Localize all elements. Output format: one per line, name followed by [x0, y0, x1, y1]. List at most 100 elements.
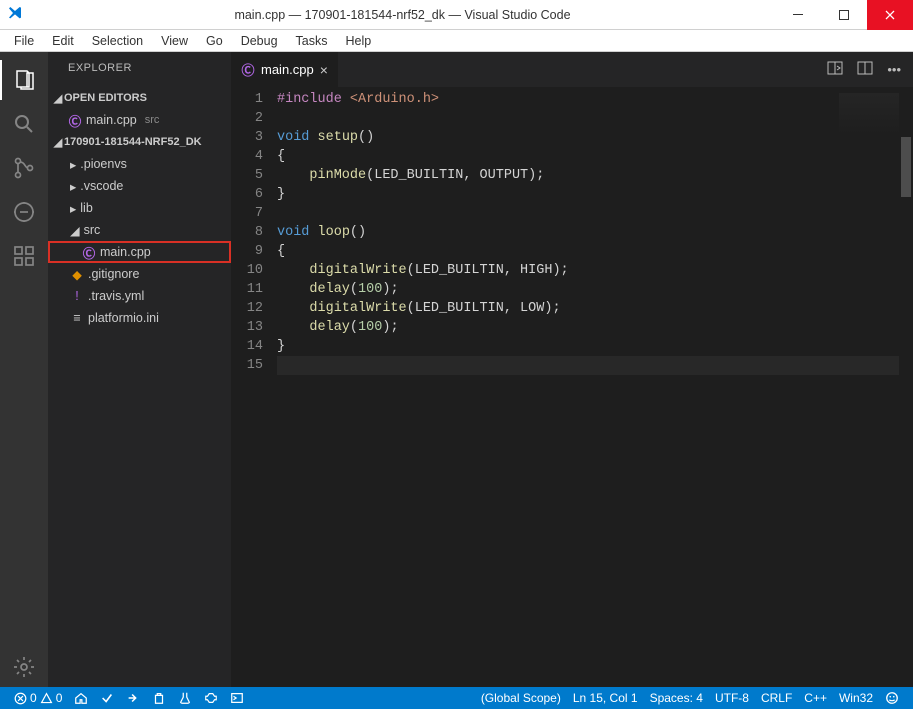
code-line[interactable]	[277, 109, 913, 128]
code-line[interactable]: {	[277, 147, 913, 166]
file-item-main-cpp[interactable]: Ⓒ main.cpp	[48, 241, 231, 263]
status-line-col[interactable]: Ln 15, Col 1	[567, 687, 644, 709]
status-eol[interactable]: CRLF	[755, 687, 798, 709]
split-preview-icon[interactable]	[827, 60, 843, 79]
code-line[interactable]: void setup()	[277, 128, 913, 147]
code-line[interactable]: digitalWrite(LED_BUILTIN, LOW);	[277, 299, 913, 318]
window-minimize-button[interactable]	[775, 0, 821, 30]
close-icon[interactable]: ×	[320, 62, 328, 78]
menu-tasks[interactable]: Tasks	[288, 32, 336, 50]
code-line[interactable]: #include <Arduino.h>	[277, 90, 913, 109]
split-editor-icon[interactable]	[857, 60, 873, 79]
code-line[interactable]	[277, 204, 913, 223]
activity-extensions-icon[interactable]	[0, 236, 48, 276]
status-test-icon[interactable]	[172, 687, 198, 709]
cpp-file-icon: Ⓒ	[68, 111, 82, 130]
file-label: main.cpp	[100, 245, 151, 259]
window-maximize-button[interactable]	[821, 0, 867, 30]
status-encoding[interactable]: UTF-8	[709, 687, 755, 709]
code-editor[interactable]: 123456789101112131415 #include <Arduino.…	[231, 87, 913, 687]
window-title: main.cpp — 170901-181544-nrf52_dk — Visu…	[30, 8, 775, 22]
file-item-platformio-ini[interactable]: ≡ platformio.ini	[48, 307, 231, 329]
status-bar: 0 0 (Global Scope) Ln 15, Col 1 Spaces: …	[0, 687, 913, 709]
menu-help[interactable]: Help	[338, 32, 380, 50]
file-label: main.cpp	[86, 113, 137, 127]
status-terminal-icon[interactable]	[224, 687, 250, 709]
folder-label: .vscode	[80, 179, 123, 193]
line-numbers-gutter: 123456789101112131415	[231, 87, 277, 687]
window-close-button[interactable]	[867, 0, 913, 30]
status-build-icon[interactable]	[94, 687, 120, 709]
workspace-label: 170901-181544-NRF52_DK	[64, 136, 202, 148]
activity-explorer-icon[interactable]	[0, 60, 48, 100]
folder-label: .pioenvs	[80, 157, 127, 171]
status-scope[interactable]: (Global Scope)	[475, 687, 567, 709]
chevron-right-icon: ▸	[70, 157, 76, 172]
open-editors-header[interactable]: ◢ OPEN EDITORS	[48, 87, 231, 109]
git-file-icon: ◆	[70, 267, 84, 282]
folder-item-src[interactable]: ◢ src	[48, 219, 231, 241]
code-line[interactable]: {	[277, 242, 913, 261]
vscode-logo-icon	[0, 5, 30, 24]
status-problems[interactable]: 0 0	[8, 687, 68, 709]
editor-tabs: Ⓒ main.cpp × •••	[231, 52, 913, 87]
file-item--gitignore[interactable]: ◆ .gitignore	[48, 263, 231, 285]
file-label: .travis.yml	[88, 289, 144, 303]
code-line[interactable]: pinMode(LED_BUILTIN, OUTPUT);	[277, 166, 913, 185]
code-line[interactable]: digitalWrite(LED_BUILTIN, HIGH);	[277, 261, 913, 280]
file-item--travis-yml[interactable]: ! .travis.yml	[48, 285, 231, 307]
explorer-sidebar: EXPLORER ◢ OPEN EDITORS Ⓒmain.cppsrc ◢ 1…	[48, 52, 231, 687]
workspace-header[interactable]: ◢ 170901-181544-NRF52_DK	[48, 131, 231, 153]
open-editors-label: OPEN EDITORS	[64, 92, 147, 104]
status-spaces[interactable]: Spaces: 4	[644, 687, 709, 709]
line-number: 12	[231, 299, 263, 318]
code-line[interactable]: }	[277, 185, 913, 204]
line-number: 7	[231, 204, 263, 223]
editor-tab-main-cpp[interactable]: Ⓒ main.cpp ×	[231, 52, 339, 87]
more-icon[interactable]: •••	[887, 62, 901, 77]
menu-selection[interactable]: Selection	[84, 32, 151, 50]
menu-debug[interactable]: Debug	[233, 32, 286, 50]
open-editor-item[interactable]: Ⓒmain.cppsrc	[48, 109, 231, 131]
activity-scm-icon[interactable]	[0, 148, 48, 188]
chevron-down-icon: ◢	[52, 136, 64, 149]
chevron-right-icon: ▸	[70, 201, 76, 216]
folder-item-vscode[interactable]: ▸ .vscode	[48, 175, 231, 197]
vertical-scrollbar[interactable]	[899, 87, 913, 687]
code-line[interactable]: void loop()	[277, 223, 913, 242]
status-platform[interactable]: Win32	[833, 687, 879, 709]
file-label: platformio.ini	[88, 311, 159, 325]
menu-go[interactable]: Go	[198, 32, 231, 50]
line-number: 13	[231, 318, 263, 337]
status-serial-icon[interactable]	[198, 687, 224, 709]
menu-bar: FileEditSelectionViewGoDebugTasksHelp	[0, 30, 913, 52]
chevron-down-icon: ◢	[70, 223, 80, 238]
code-line[interactable]	[277, 356, 913, 375]
status-home-icon[interactable]	[68, 687, 94, 709]
activity-debug-icon[interactable]	[0, 192, 48, 232]
activity-search-icon[interactable]	[0, 104, 48, 144]
line-number: 11	[231, 280, 263, 299]
code-content[interactable]: #include <Arduino.h> void setup(){ pinMo…	[277, 87, 913, 687]
code-line[interactable]: delay(100);	[277, 280, 913, 299]
folder-item-lib[interactable]: ▸ lib	[48, 197, 231, 219]
folder-item-pioenvs[interactable]: ▸ .pioenvs	[48, 153, 231, 175]
line-number: 4	[231, 147, 263, 166]
status-feedback-icon[interactable]	[879, 687, 905, 709]
yaml-file-icon: !	[70, 289, 84, 303]
menu-view[interactable]: View	[153, 32, 196, 50]
status-clean-icon[interactable]	[146, 687, 172, 709]
line-number: 9	[231, 242, 263, 261]
status-language[interactable]: C++	[798, 687, 833, 709]
menu-file[interactable]: File	[6, 32, 42, 50]
line-number: 6	[231, 185, 263, 204]
line-number: 10	[231, 261, 263, 280]
activity-settings-icon[interactable]	[0, 647, 48, 687]
minimap[interactable]	[839, 93, 899, 153]
status-upload-icon[interactable]	[120, 687, 146, 709]
code-line[interactable]: delay(100);	[277, 318, 913, 337]
code-line[interactable]: }	[277, 337, 913, 356]
line-number: 5	[231, 166, 263, 185]
menu-edit[interactable]: Edit	[44, 32, 82, 50]
activity-bar	[0, 52, 48, 687]
